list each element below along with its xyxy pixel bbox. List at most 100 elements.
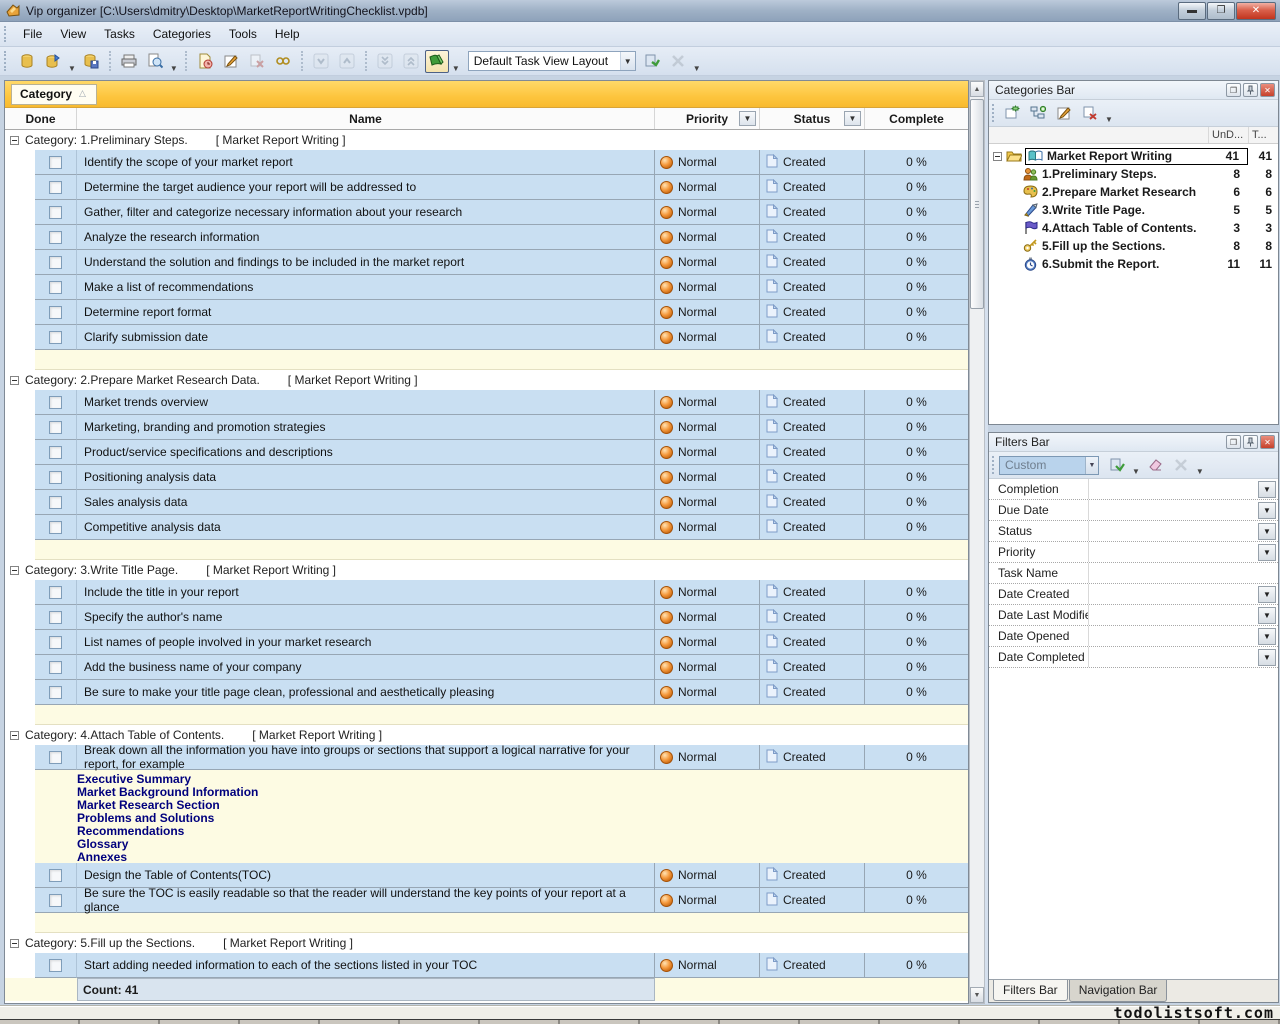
- task-name-cell[interactable]: Add the business name of your company: [77, 655, 655, 680]
- task-complete-cell[interactable]: 0 %: [865, 680, 968, 705]
- print-icon[interactable]: [117, 50, 141, 73]
- task-priority-cell[interactable]: Normal: [655, 605, 760, 630]
- task-checkbox[interactable]: [49, 446, 62, 459]
- task-name-cell[interactable]: List names of people involved in your ma…: [77, 630, 655, 655]
- menu-categories[interactable]: Categories: [144, 24, 220, 44]
- task-status-cell[interactable]: Created: [760, 415, 865, 440]
- delete-task-icon[interactable]: [245, 50, 269, 73]
- save-database-icon[interactable]: [79, 50, 103, 73]
- task-status-cell[interactable]: Created: [760, 745, 865, 770]
- task-complete-cell[interactable]: 0 %: [865, 515, 968, 540]
- task-priority-cell[interactable]: Normal: [655, 175, 760, 200]
- menu-tasks[interactable]: Tasks: [95, 24, 144, 44]
- task-status-cell[interactable]: Created: [760, 580, 865, 605]
- tree-row-category[interactable]: 1.Preliminary Steps.88: [989, 165, 1278, 183]
- move-down-icon[interactable]: [309, 50, 333, 73]
- task-priority-cell[interactable]: Normal: [655, 680, 760, 705]
- menu-help[interactable]: Help: [266, 24, 309, 44]
- vertical-scrollbar[interactable]: ▲ ▼: [969, 80, 985, 1004]
- new-task-icon[interactable]: [193, 50, 217, 73]
- task-complete-cell[interactable]: 0 %: [865, 415, 968, 440]
- panel-restore-icon[interactable]: ❐: [1226, 83, 1241, 97]
- filter-value[interactable]: [1089, 521, 1258, 541]
- task-status-cell[interactable]: Created: [760, 300, 865, 325]
- toolbar-overflow-icon[interactable]: ▼: [691, 64, 703, 73]
- task-priority-cell[interactable]: Normal: [655, 630, 760, 655]
- task-status-cell[interactable]: Created: [760, 490, 865, 515]
- task-name-cell[interactable]: Sales analysis data: [77, 490, 655, 515]
- panel-pin-icon[interactable]: [1243, 435, 1258, 449]
- new-category-icon[interactable]: [1000, 102, 1024, 125]
- filter-dropdown-icon[interactable]: ▼: [1258, 502, 1276, 519]
- notes-dropdown-icon[interactable]: ▼: [450, 64, 462, 73]
- filter-dropdown-icon[interactable]: ▼: [1258, 649, 1276, 666]
- task-status-cell[interactable]: Created: [760, 515, 865, 540]
- task-status-cell[interactable]: Created: [760, 630, 865, 655]
- task-complete-cell[interactable]: 0 %: [865, 150, 968, 175]
- column-header-done[interactable]: Done: [5, 108, 77, 129]
- open-database-icon[interactable]: [41, 50, 65, 73]
- edit-category-icon[interactable]: [1052, 102, 1076, 125]
- task-checkbox[interactable]: [49, 256, 62, 269]
- close-button[interactable]: ✕: [1236, 2, 1276, 20]
- task-name-cell[interactable]: Be sure the TOC is easily readable so th…: [77, 888, 655, 913]
- apply-filter-icon[interactable]: [1105, 454, 1129, 477]
- task-priority-cell[interactable]: Normal: [655, 150, 760, 175]
- task-complete-cell[interactable]: 0 %: [865, 655, 968, 680]
- print-preview-icon[interactable]: [143, 50, 167, 73]
- task-complete-cell[interactable]: 0 %: [865, 225, 968, 250]
- filter-value[interactable]: [1089, 626, 1258, 646]
- tree-row-category[interactable]: 2.Prepare Market Research66: [989, 183, 1278, 201]
- task-complete-cell[interactable]: 0 %: [865, 175, 968, 200]
- task-priority-cell[interactable]: Normal: [655, 250, 760, 275]
- task-checkbox[interactable]: [49, 959, 62, 972]
- notes-icon[interactable]: [425, 50, 449, 73]
- task-checkbox[interactable]: [49, 521, 62, 534]
- priority-filter-icon[interactable]: ▼: [739, 111, 756, 126]
- task-priority-cell[interactable]: Normal: [655, 863, 760, 888]
- task-name-cell[interactable]: Clarify submission date: [77, 325, 655, 350]
- task-name-cell[interactable]: Analyze the research information: [77, 225, 655, 250]
- task-status-cell[interactable]: Created: [760, 465, 865, 490]
- task-checkbox[interactable]: [49, 496, 62, 509]
- filter-value[interactable]: [1089, 647, 1258, 667]
- collapse-group-icon[interactable]: [10, 566, 19, 575]
- task-priority-cell[interactable]: Normal: [655, 465, 760, 490]
- filter-dropdown-icon[interactable]: ▼: [1258, 607, 1276, 624]
- task-priority-cell[interactable]: Normal: [655, 275, 760, 300]
- new-subcategory-icon[interactable]: [1026, 102, 1050, 125]
- task-checkbox[interactable]: [49, 396, 62, 409]
- tree-row-category[interactable]: 4.Attach Table of Contents.33: [989, 219, 1278, 237]
- apply-layout-icon[interactable]: [640, 50, 664, 73]
- tab-filters-bar[interactable]: Filters Bar: [993, 980, 1068, 1001]
- task-name-cell[interactable]: Positioning analysis data: [77, 465, 655, 490]
- panel-restore-icon[interactable]: ❐: [1226, 435, 1241, 449]
- clear-filter-icon[interactable]: [1143, 454, 1167, 477]
- layout-selector[interactable]: Default Task View Layout ▼: [468, 51, 636, 71]
- search-icon[interactable]: [271, 50, 295, 73]
- task-name-cell[interactable]: Competitive analysis data: [77, 515, 655, 540]
- filters-toolbar-overflow-icon[interactable]: ▼: [1194, 467, 1206, 476]
- panel-close-icon[interactable]: ✕: [1260, 435, 1275, 449]
- task-checkbox[interactable]: [49, 869, 62, 882]
- filter-dropdown-icon[interactable]: ▼: [1258, 481, 1276, 498]
- task-priority-cell[interactable]: Normal: [655, 300, 760, 325]
- panel-close-icon[interactable]: ✕: [1260, 83, 1275, 97]
- restore-button[interactable]: ❐: [1207, 2, 1235, 20]
- task-name-cell[interactable]: Understand the solution and findings to …: [77, 250, 655, 275]
- task-status-cell[interactable]: Created: [760, 863, 865, 888]
- task-checkbox[interactable]: [49, 661, 62, 674]
- filter-dropdown-icon[interactable]: ▼: [1258, 586, 1276, 603]
- task-status-cell[interactable]: Created: [760, 655, 865, 680]
- print-dropdown-icon[interactable]: ▼: [168, 64, 180, 73]
- filter-value[interactable]: [1089, 584, 1258, 604]
- group-header-row[interactable]: Category: 3.Write Title Page.[ Market Re…: [5, 560, 968, 580]
- task-status-cell[interactable]: Created: [760, 225, 865, 250]
- move-to-top-icon[interactable]: [399, 50, 423, 73]
- task-complete-cell[interactable]: 0 %: [865, 390, 968, 415]
- task-checkbox[interactable]: [49, 586, 62, 599]
- task-checkbox[interactable]: [49, 281, 62, 294]
- task-checkbox[interactable]: [49, 686, 62, 699]
- task-name-cell[interactable]: Break down all the information you have …: [77, 745, 655, 770]
- task-complete-cell[interactable]: 0 %: [865, 863, 968, 888]
